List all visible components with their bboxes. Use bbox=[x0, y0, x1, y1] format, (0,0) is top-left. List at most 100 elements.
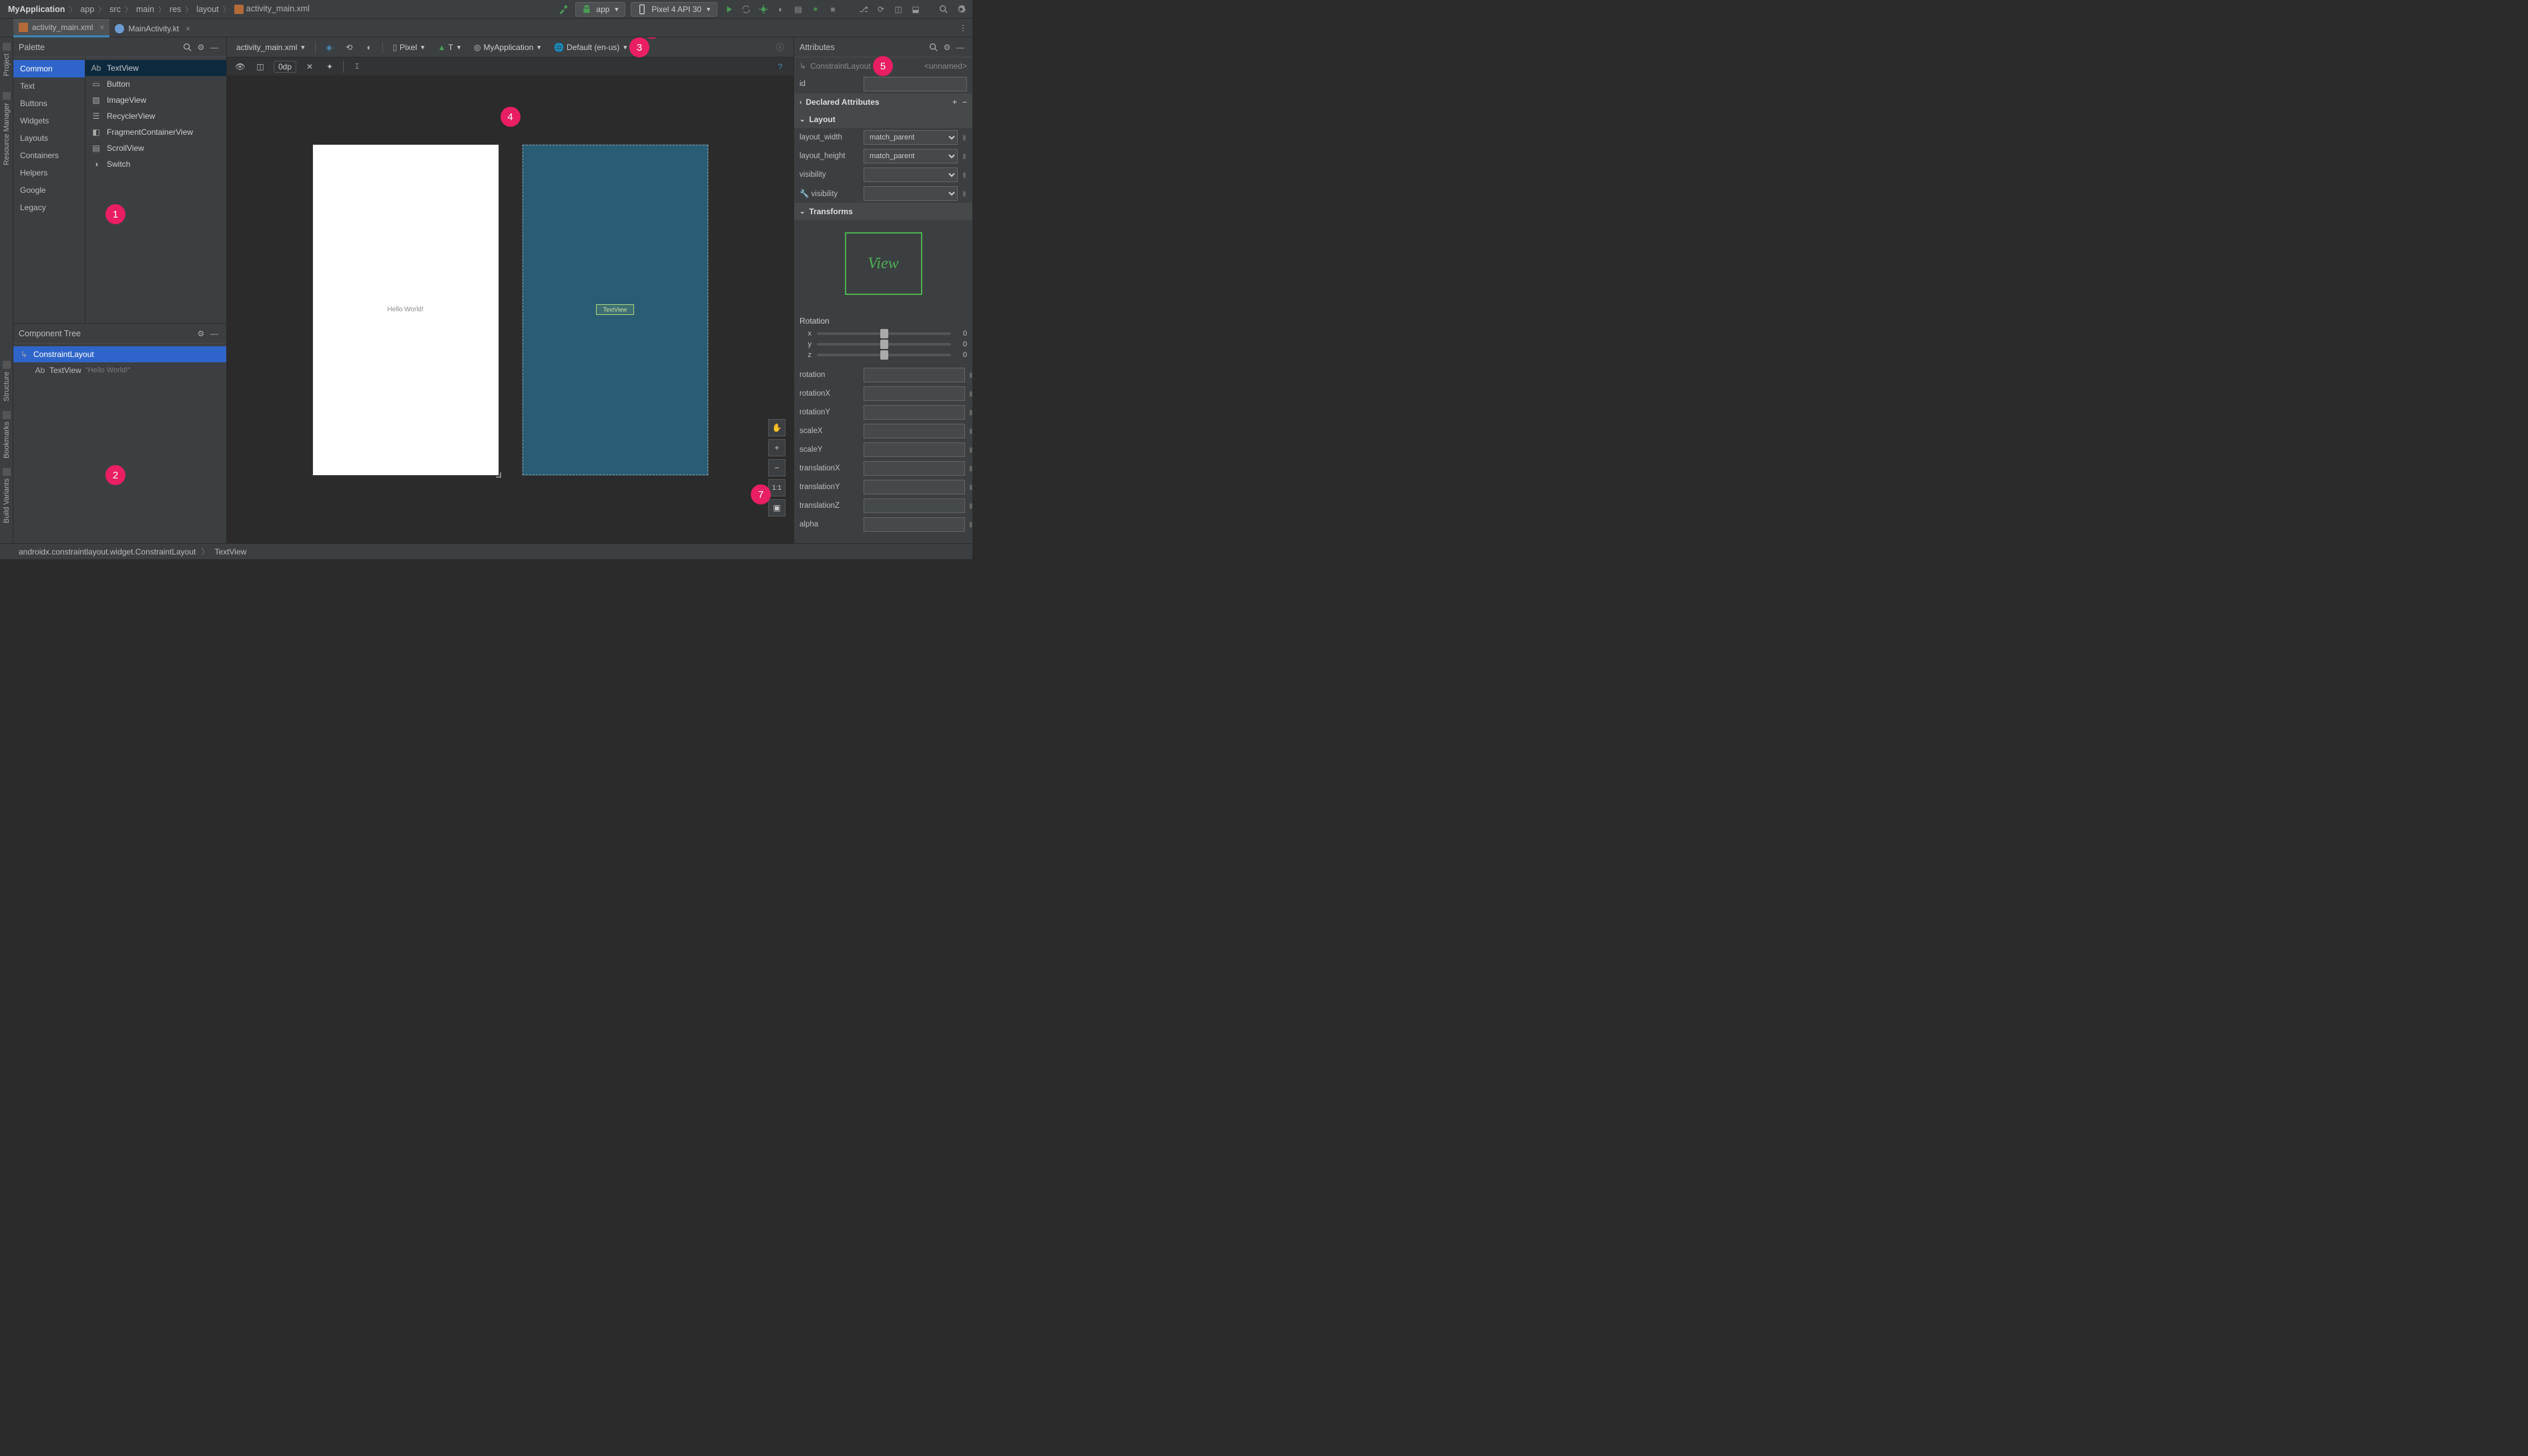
palette-item-button[interactable]: ▭Button bbox=[85, 76, 226, 92]
translationx-input[interactable] bbox=[864, 461, 965, 476]
blueprint-preview[interactable]: TextView bbox=[523, 145, 708, 475]
breadcrumb-layout[interactable]: layout bbox=[194, 5, 221, 14]
profiler-icon[interactable]: ◐ bbox=[775, 3, 787, 15]
flag-icon[interactable]: ▮ bbox=[962, 171, 967, 179]
zoom-in-icon[interactable]: + bbox=[768, 439, 785, 456]
section-layout[interactable]: ⌄ Layout bbox=[794, 111, 972, 128]
rotation-x-slider[interactable]: x0 bbox=[794, 328, 972, 339]
flag-icon[interactable]: ▮ bbox=[962, 153, 967, 160]
tab-more-icon[interactable]: ⋮ bbox=[959, 23, 967, 33]
section-transforms[interactable]: ⌄ Transforms bbox=[794, 203, 972, 220]
palette-cat-legacy[interactable]: Legacy bbox=[13, 199, 85, 216]
add-icon[interactable]: + bbox=[952, 97, 957, 107]
night-mode-icon[interactable]: ◐ bbox=[362, 41, 376, 54]
rotation-input[interactable] bbox=[864, 368, 965, 382]
breadcrumb-src[interactable]: src bbox=[107, 5, 123, 14]
surface-icon[interactable]: ◈ bbox=[322, 41, 336, 54]
search-icon[interactable] bbox=[938, 3, 950, 15]
translationz-input[interactable] bbox=[864, 498, 965, 513]
layout-width-select[interactable]: match_parent bbox=[864, 130, 958, 145]
default-margin-button[interactable]: 0dp bbox=[274, 61, 296, 73]
build-hammer-icon[interactable] bbox=[558, 3, 570, 15]
select-mode-icon[interactable]: 👁 bbox=[234, 60, 247, 73]
apply-changes-icon[interactable] bbox=[740, 3, 752, 15]
breadcrumb-project[interactable]: MyApplication bbox=[5, 5, 67, 14]
remove-icon[interactable]: − bbox=[962, 97, 967, 107]
settings-gear-icon[interactable] bbox=[955, 3, 967, 15]
flag-icon[interactable]: ▮ bbox=[969, 409, 972, 416]
minimize-icon[interactable]: — bbox=[208, 41, 221, 54]
palette-item-scrollview[interactable]: ▤ScrollView bbox=[85, 140, 226, 156]
gear-icon[interactable]: ⚙ bbox=[194, 327, 208, 340]
flag-icon[interactable]: ▮ bbox=[969, 484, 972, 491]
palette-item-textview[interactable]: AbTextView bbox=[85, 60, 226, 76]
update-icon[interactable]: ⟳ bbox=[875, 3, 887, 15]
translationy-input[interactable] bbox=[864, 480, 965, 494]
tab-mainactivity[interactable]: MainActivity.kt × bbox=[109, 19, 196, 37]
coverage-icon[interactable]: ▤ bbox=[792, 3, 804, 15]
palette-cat-text[interactable]: Text bbox=[13, 77, 85, 95]
orientation-icon[interactable]: ⟲ bbox=[342, 41, 356, 54]
palette-cat-buttons[interactable]: Buttons bbox=[13, 95, 85, 112]
flag-icon[interactable]: ▮ bbox=[969, 390, 972, 398]
palette-cat-helpers[interactable]: Helpers bbox=[13, 164, 85, 181]
rail-resource-manager[interactable]: Resource Manager bbox=[3, 92, 11, 165]
flag-icon[interactable]: ▮ bbox=[969, 521, 972, 528]
palette-cat-google[interactable]: Google bbox=[13, 181, 85, 199]
device-dropdown[interactable]: Pixel 4 API 30 ▼ bbox=[631, 2, 717, 17]
rail-structure[interactable]: Structure bbox=[3, 361, 11, 402]
status-crumb-2[interactable]: TextView bbox=[215, 547, 247, 557]
gear-icon[interactable]: ⚙ bbox=[194, 41, 208, 54]
minimize-icon[interactable]: — bbox=[208, 327, 221, 340]
rail-project[interactable]: Project bbox=[3, 43, 11, 76]
rotationx-input[interactable] bbox=[864, 386, 965, 401]
visibility-select[interactable] bbox=[864, 167, 958, 182]
rail-bookmarks[interactable]: Bookmarks bbox=[3, 411, 11, 458]
flag-icon[interactable]: ▮ bbox=[969, 465, 972, 472]
flag-icon[interactable]: ▮ bbox=[962, 134, 967, 141]
palette-cat-containers[interactable]: Containers bbox=[13, 147, 85, 164]
device-select-dropdown[interactable]: ▯Pixel▼ bbox=[390, 41, 428, 53]
stop-icon[interactable]: ■ bbox=[827, 3, 839, 15]
rotation-y-slider[interactable]: y0 bbox=[794, 339, 972, 350]
design-surface[interactable]: 4 Hello World! TextView ✋ + − 1:1 ▣ 7 bbox=[227, 76, 794, 543]
layout-height-select[interactable]: match_parent bbox=[864, 149, 958, 163]
breadcrumb-app[interactable]: app bbox=[77, 5, 97, 14]
pan-icon[interactable]: ✋ bbox=[768, 419, 785, 436]
tree-item-textview[interactable]: Ab TextView "Hello World!" bbox=[13, 362, 226, 378]
palette-item-recyclerview[interactable]: ☰RecyclerView bbox=[85, 108, 226, 124]
git-icon[interactable]: ⎇ bbox=[858, 3, 870, 15]
search-icon[interactable] bbox=[927, 41, 940, 54]
flag-icon[interactable]: ▮ bbox=[969, 502, 972, 510]
run-icon[interactable] bbox=[723, 3, 735, 15]
guidelines-icon[interactable]: 𝙸 bbox=[350, 60, 364, 73]
scaley-input[interactable] bbox=[864, 442, 965, 457]
palette-item-switch[interactable]: ◑Switch bbox=[85, 156, 226, 172]
rotationy-input[interactable] bbox=[864, 405, 965, 420]
section-declared-attributes[interactable]: › Declared Attributes +− bbox=[794, 93, 972, 111]
alpha-input[interactable] bbox=[864, 517, 965, 532]
rotation-z-slider[interactable]: z0 bbox=[794, 350, 972, 360]
gear-icon[interactable]: ⚙ bbox=[940, 41, 954, 54]
flag-icon[interactable]: ▮ bbox=[969, 446, 972, 454]
avd-icon[interactable]: ◫ bbox=[892, 3, 904, 15]
sdk-icon[interactable]: ⬓ bbox=[910, 3, 922, 15]
close-icon[interactable]: × bbox=[99, 23, 104, 32]
palette-cat-common[interactable]: Common bbox=[13, 60, 85, 77]
breadcrumb-main[interactable]: main bbox=[133, 5, 157, 14]
tools-visibility-select[interactable] bbox=[864, 186, 958, 201]
rail-build-variants[interactable]: Build Variants bbox=[3, 468, 11, 523]
palette-item-fragmentcontainer[interactable]: ◧FragmentContainerView bbox=[85, 124, 226, 140]
warnings-icon[interactable]: ⓘ bbox=[773, 41, 787, 54]
status-crumb-1[interactable]: androidx.constraintlayout.widget.Constra… bbox=[19, 547, 196, 557]
palette-cat-widgets[interactable]: Widgets bbox=[13, 112, 85, 129]
tab-activity-main[interactable]: activity_main.xml × bbox=[13, 19, 109, 37]
palette-cat-layouts[interactable]: Layouts bbox=[13, 129, 85, 147]
flag-icon[interactable]: ▮ bbox=[969, 372, 972, 379]
close-icon[interactable]: × bbox=[186, 24, 190, 33]
api-select-dropdown[interactable]: ▲T▼ bbox=[435, 41, 464, 53]
breadcrumb-res[interactable]: res bbox=[167, 5, 184, 14]
help-icon[interactable]: ? bbox=[773, 60, 787, 73]
scalex-input[interactable] bbox=[864, 424, 965, 438]
resize-handle-icon[interactable] bbox=[496, 472, 505, 482]
